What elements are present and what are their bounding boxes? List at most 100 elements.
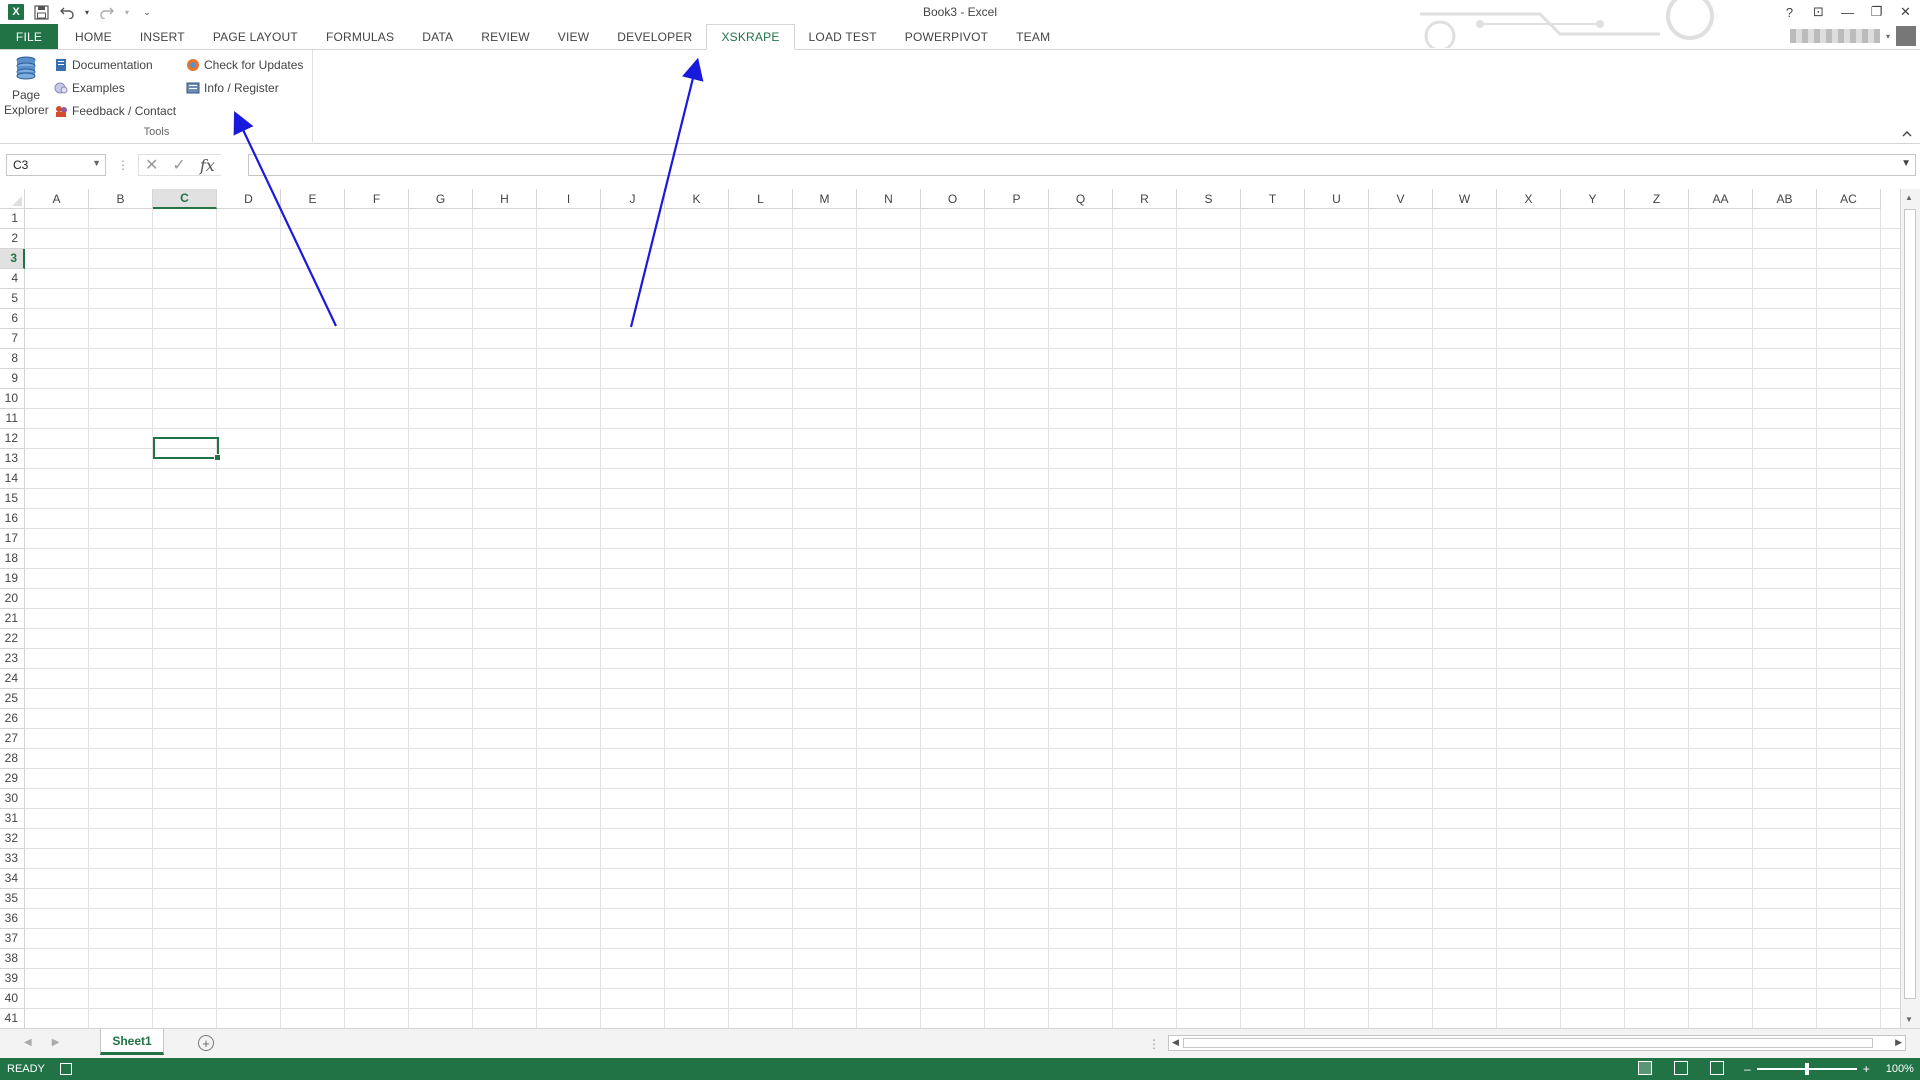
- row-header-40[interactable]: 40: [0, 989, 25, 1009]
- column-header-l[interactable]: L: [729, 189, 793, 209]
- row-header-9[interactable]: 9: [0, 369, 25, 389]
- zoom-out-button[interactable]: –: [1744, 1062, 1751, 1076]
- row-header-34[interactable]: 34: [0, 869, 25, 889]
- cancel-icon[interactable]: ✕: [145, 155, 158, 175]
- tab-powerpivot[interactable]: POWERPIVOT: [891, 24, 1002, 50]
- horizontal-scrollbar[interactable]: ◀ ▶: [1168, 1035, 1906, 1051]
- ribbon-display-options-button[interactable]: ⊡: [1804, 0, 1833, 24]
- tab-formulas[interactable]: FORMULAS: [312, 24, 408, 50]
- check-for-updates-button[interactable]: Check for Updates: [186, 55, 303, 75]
- row-header-18[interactable]: 18: [0, 549, 25, 569]
- row-header-31[interactable]: 31: [0, 809, 25, 829]
- column-header-h[interactable]: H: [473, 189, 537, 209]
- add-sheet-button[interactable]: +: [198, 1035, 214, 1051]
- row-header-19[interactable]: 19: [0, 569, 25, 589]
- tab-file[interactable]: FILE: [0, 24, 58, 50]
- row-header-33[interactable]: 33: [0, 849, 25, 869]
- horizontal-scroll-thumb[interactable]: [1183, 1038, 1873, 1048]
- column-header-x[interactable]: X: [1497, 189, 1561, 209]
- insert-function-icon[interactable]: fx: [200, 156, 215, 175]
- column-header-k[interactable]: K: [665, 189, 729, 209]
- row-header-16[interactable]: 16: [0, 509, 25, 529]
- vertical-scroll-thumb[interactable]: [1904, 209, 1916, 999]
- vertical-scrollbar[interactable]: ▲ ▼: [1900, 189, 1920, 1028]
- normal-view-icon[interactable]: [1638, 1061, 1652, 1075]
- row-header-41[interactable]: 41: [0, 1009, 25, 1028]
- row-header-3[interactable]: 3: [0, 249, 25, 269]
- row-header-15[interactable]: 15: [0, 489, 25, 509]
- zoom-slider-knob[interactable]: [1804, 1063, 1809, 1075]
- column-header-d[interactable]: D: [217, 189, 281, 209]
- row-header-35[interactable]: 35: [0, 889, 25, 909]
- cell-area[interactable]: [25, 209, 1900, 1028]
- tab-data[interactable]: DATA: [408, 24, 467, 50]
- row-header-4[interactable]: 4: [0, 269, 25, 289]
- row-header-29[interactable]: 29: [0, 769, 25, 789]
- row-header-39[interactable]: 39: [0, 969, 25, 989]
- row-header-7[interactable]: 7: [0, 329, 25, 349]
- row-header-6[interactable]: 6: [0, 309, 25, 329]
- scroll-down-icon[interactable]: ▼: [1905, 1015, 1913, 1024]
- row-header-21[interactable]: 21: [0, 609, 25, 629]
- tab-team[interactable]: TEAM: [1002, 24, 1064, 50]
- formula-bar-separator-icon[interactable]: ⋮: [117, 158, 129, 172]
- row-header-37[interactable]: 37: [0, 929, 25, 949]
- close-button[interactable]: ✕: [1891, 0, 1920, 24]
- row-header-28[interactable]: 28: [0, 749, 25, 769]
- select-all-button[interactable]: [0, 189, 25, 209]
- row-header-27[interactable]: 27: [0, 729, 25, 749]
- info-register-button[interactable]: Info / Register: [186, 78, 279, 98]
- column-header-ab[interactable]: AB: [1753, 189, 1817, 209]
- column-header-m[interactable]: M: [793, 189, 857, 209]
- column-header-q[interactable]: Q: [1049, 189, 1113, 209]
- column-header-g[interactable]: G: [409, 189, 473, 209]
- row-header-26[interactable]: 26: [0, 709, 25, 729]
- row-header-30[interactable]: 30: [0, 789, 25, 809]
- tab-split-icon[interactable]: ⋮: [1148, 1037, 1160, 1051]
- feedback-contact-button[interactable]: Feedback / Contact: [54, 101, 176, 121]
- row-header-14[interactable]: 14: [0, 469, 25, 489]
- row-header-5[interactable]: 5: [0, 289, 25, 309]
- column-header-p[interactable]: P: [985, 189, 1049, 209]
- minimize-button[interactable]: —: [1833, 0, 1862, 24]
- column-header-ac[interactable]: AC: [1817, 189, 1881, 209]
- column-header-i[interactable]: I: [537, 189, 601, 209]
- sheet-tab-sheet1[interactable]: Sheet1: [100, 1029, 164, 1055]
- chevron-down-icon[interactable]: ▼: [92, 158, 101, 168]
- column-header-b[interactable]: B: [89, 189, 153, 209]
- row-header-32[interactable]: 32: [0, 829, 25, 849]
- column-header-n[interactable]: N: [857, 189, 921, 209]
- row-header-36[interactable]: 36: [0, 909, 25, 929]
- column-header-v[interactable]: V: [1369, 189, 1433, 209]
- tab-load-test[interactable]: LOAD TEST: [795, 24, 891, 50]
- row-header-8[interactable]: 8: [0, 349, 25, 369]
- active-cell-c3[interactable]: [153, 437, 221, 461]
- zoom-level[interactable]: 100%: [1886, 1063, 1914, 1075]
- page-layout-view-icon[interactable]: [1674, 1061, 1688, 1075]
- row-header-24[interactable]: 24: [0, 669, 25, 689]
- tab-insert[interactable]: INSERT: [126, 24, 199, 50]
- row-header-11[interactable]: 11: [0, 409, 25, 429]
- row-header-22[interactable]: 22: [0, 629, 25, 649]
- page-break-view-icon[interactable]: [1710, 1061, 1724, 1075]
- column-header-aa[interactable]: AA: [1689, 189, 1753, 209]
- row-header-12[interactable]: 12: [0, 429, 25, 449]
- column-header-o[interactable]: O: [921, 189, 985, 209]
- column-header-c[interactable]: C: [153, 189, 217, 209]
- next-sheet-icon[interactable]: ▶: [52, 1037, 60, 1048]
- row-header-23[interactable]: 23: [0, 649, 25, 669]
- help-button[interactable]: ?: [1775, 0, 1804, 24]
- row-header-2[interactable]: 2: [0, 229, 25, 249]
- enter-icon[interactable]: ✓: [172, 155, 185, 175]
- scroll-right-icon[interactable]: ▶: [1895, 1037, 1902, 1048]
- row-header-10[interactable]: 10: [0, 389, 25, 409]
- column-header-w[interactable]: W: [1433, 189, 1497, 209]
- row-header-25[interactable]: 25: [0, 689, 25, 709]
- documentation-button[interactable]: Documentation: [54, 55, 153, 75]
- collapse-ribbon-icon[interactable]: [1902, 129, 1912, 141]
- tab-developer[interactable]: DEVELOPER: [603, 24, 706, 50]
- column-header-a[interactable]: A: [25, 189, 89, 209]
- avatar[interactable]: [1896, 26, 1916, 46]
- column-header-u[interactable]: U: [1305, 189, 1369, 209]
- column-header-r[interactable]: R: [1113, 189, 1177, 209]
